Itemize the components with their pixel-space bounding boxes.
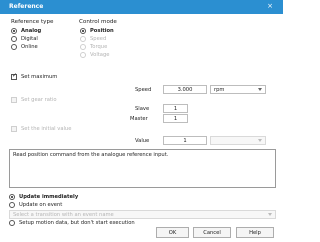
chevron-down-icon <box>268 213 272 216</box>
radio-voltage[interactable] <box>80 52 86 58</box>
value-unit-dropdown[interactable] <box>210 136 266 145</box>
description-box: Read position command from the analogue … <box>9 149 276 188</box>
radio-position-label: Position <box>90 28 114 34</box>
set-maximum-checkbox[interactable] <box>11 72 17 80</box>
cancel-button[interactable]: Cancel <box>193 227 231 238</box>
radio-update-on-event-label: Update on event <box>19 202 63 208</box>
event-dropdown[interactable]: Select a transition with an event name <box>9 210 276 219</box>
radio-update-immediately-label: Update immediately <box>19 194 79 200</box>
radio-online[interactable] <box>11 44 17 50</box>
master-input[interactable]: 1 <box>163 114 188 123</box>
radio-online-label: Online <box>21 44 38 50</box>
radio-setup-only-label: Setup motion data, but don't start execu… <box>19 220 135 226</box>
speed-label: Speed <box>135 87 152 93</box>
radio-speed-label: Speed <box>90 36 107 42</box>
control-mode-heading: Control mode <box>79 19 117 25</box>
title-bar: Reference × <box>0 0 283 14</box>
radio-voltage-label: Voltage <box>90 52 110 58</box>
close-icon[interactable]: × <box>267 2 273 10</box>
reference-type-heading: Reference type <box>11 19 54 25</box>
chevron-down-icon <box>258 88 262 91</box>
radio-digital-label: Digital <box>21 36 38 42</box>
radio-torque[interactable] <box>80 44 86 50</box>
speed-unit-dropdown[interactable]: rpm <box>210 85 266 94</box>
radio-torque-label: Torque <box>90 44 108 50</box>
set-gear-ratio-checkbox[interactable] <box>11 97 17 103</box>
event-dropdown-value: Select a transition with an event name <box>13 212 114 218</box>
description-text: Read position command from the analogue … <box>13 152 169 158</box>
set-maximum-label: Set maximum <box>21 74 58 80</box>
slave-input[interactable]: 1 <box>163 104 188 113</box>
set-initial-value-checkbox[interactable] <box>11 126 17 132</box>
radio-analog-label: Analog <box>21 28 42 34</box>
master-label: Master <box>130 116 148 122</box>
radio-analog[interactable] <box>11 28 17 34</box>
radio-setup-only[interactable] <box>9 220 15 226</box>
radio-digital[interactable] <box>11 36 17 42</box>
set-gear-ratio-label: Set gear ratio <box>21 97 57 103</box>
speed-input[interactable]: 3.000 <box>163 85 207 94</box>
window-title: Reference <box>9 3 44 10</box>
slave-label: Slave <box>135 106 150 112</box>
value-input[interactable]: 1 <box>163 136 207 145</box>
speed-unit-value: rpm <box>214 87 225 93</box>
chevron-down-icon <box>258 139 262 142</box>
value-label: Value <box>135 138 150 144</box>
radio-speed[interactable] <box>80 36 86 42</box>
help-button[interactable]: Help <box>236 227 274 238</box>
radio-update-on-event[interactable] <box>9 202 15 208</box>
set-initial-value-label: Set the initial value <box>21 126 72 132</box>
radio-position[interactable] <box>80 28 86 34</box>
ok-button[interactable]: OK <box>156 227 189 238</box>
radio-update-immediately[interactable] <box>9 194 15 200</box>
